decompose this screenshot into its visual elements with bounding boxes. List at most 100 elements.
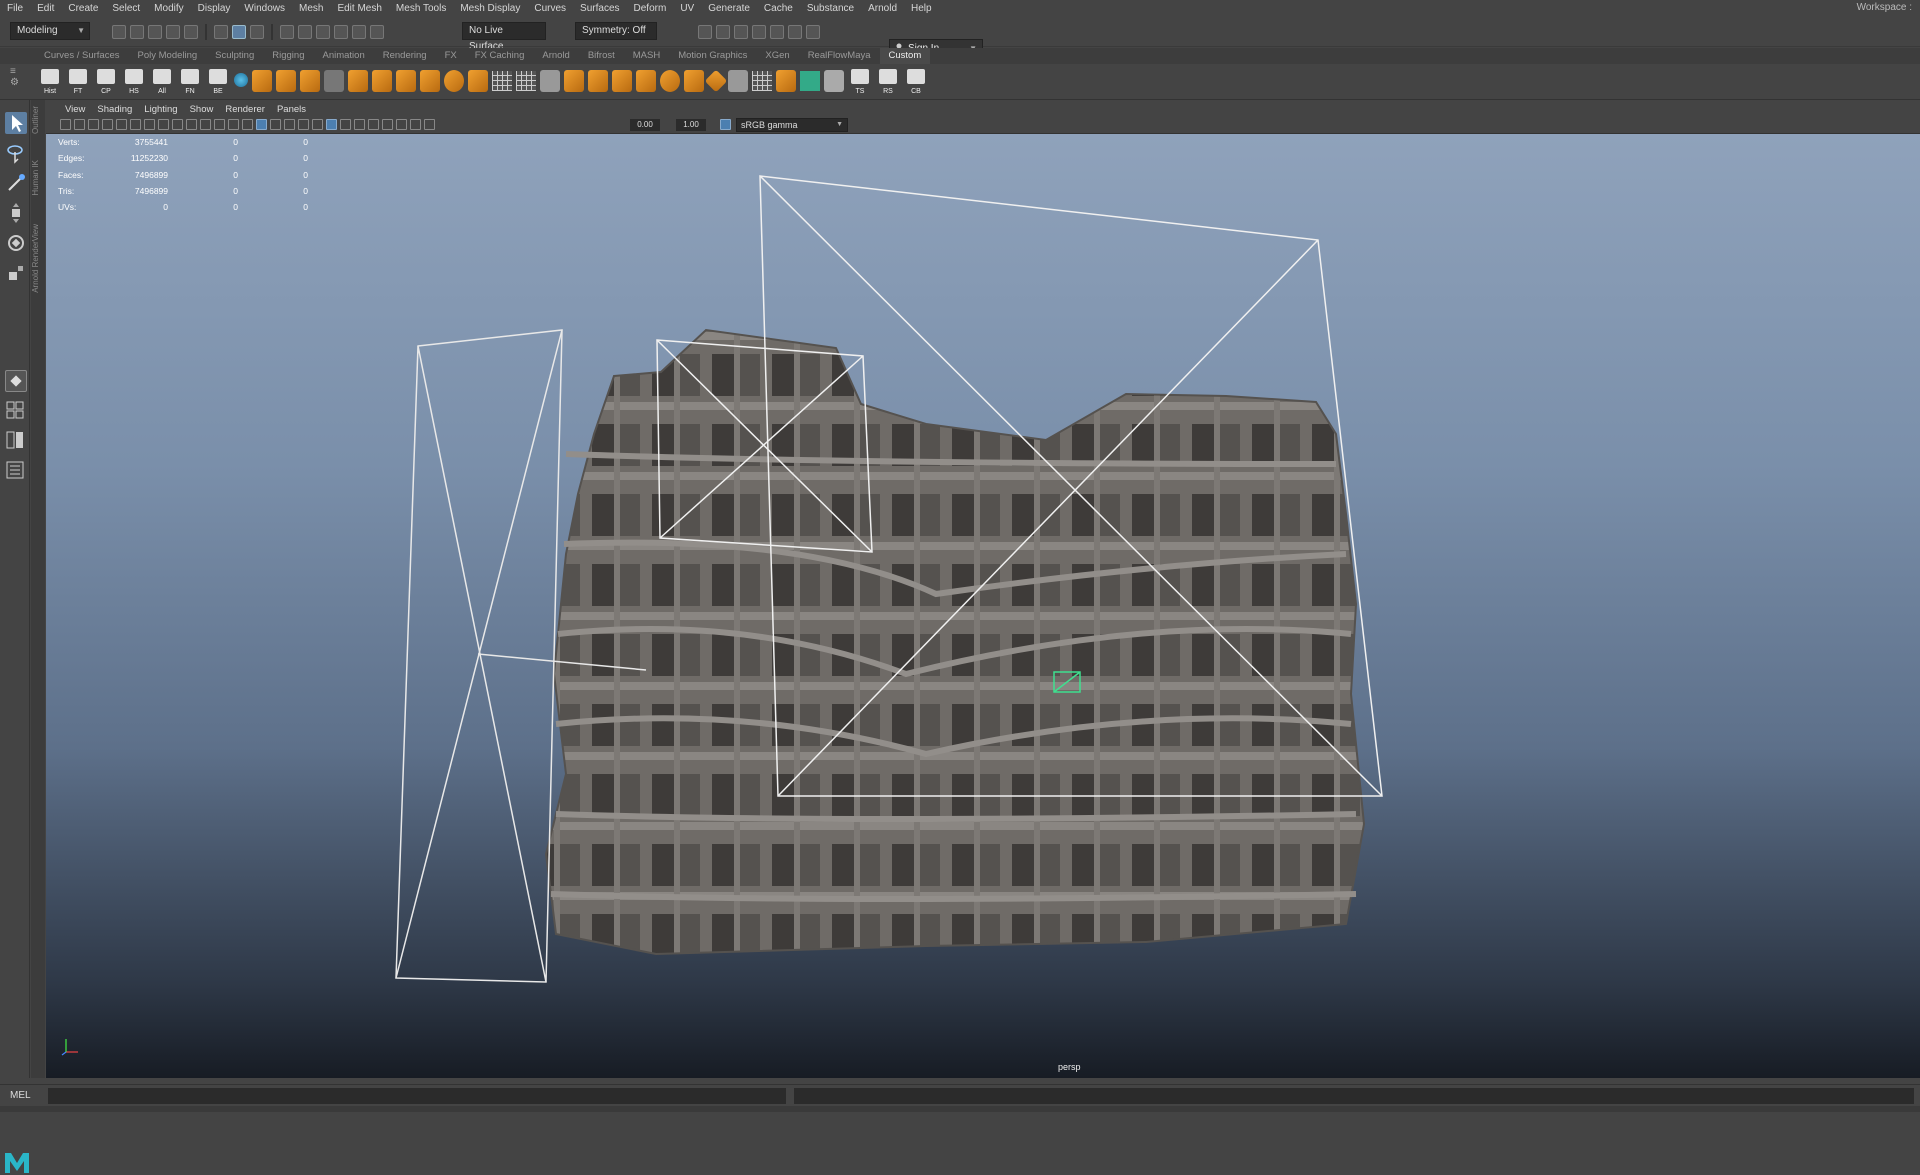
workspace-label[interactable]: Workspace : <box>1857 2 1912 13</box>
combine-icon[interactable] <box>300 70 320 92</box>
menu-mesh-display[interactable]: Mesh Display <box>453 3 527 14</box>
menu-file[interactable]: File <box>0 3 30 14</box>
select-hierarchy-icon[interactable] <box>214 25 228 39</box>
menu-mesh[interactable]: Mesh <box>292 3 330 14</box>
film-gate-icon[interactable] <box>158 119 169 130</box>
undo-icon[interactable] <box>166 25 180 39</box>
wireframe-icon[interactable] <box>242 119 253 130</box>
diamond-icon[interactable] <box>704 69 728 93</box>
tab-outliner[interactable]: Outliner <box>31 106 45 134</box>
menu-cache[interactable]: Cache <box>757 3 800 14</box>
ipr-render-icon[interactable] <box>716 25 730 39</box>
isolate-select-icon[interactable] <box>382 119 393 130</box>
shelf-button-rs[interactable]: RS <box>876 67 900 95</box>
building-mesh[interactable] <box>544 328 1366 956</box>
field-chart-icon[interactable] <box>200 119 211 130</box>
insert-edge-loop-icon[interactable] <box>516 71 536 91</box>
shelf-options-icon[interactable]: ≡ ⚙ <box>10 66 19 88</box>
safe-title-icon[interactable] <box>228 119 239 130</box>
panel-menu-panels[interactable]: Panels <box>271 104 312 115</box>
arnold-render-icon[interactable] <box>770 25 784 39</box>
symmetry-selector[interactable]: Symmetry: Off <box>575 22 657 40</box>
camera-attributes-icon[interactable] <box>74 119 85 130</box>
menu-create[interactable]: Create <box>61 3 105 14</box>
render-settings-icon[interactable] <box>734 25 748 39</box>
snap-view-icon[interactable] <box>334 25 348 39</box>
grid-toggle-icon[interactable] <box>144 119 155 130</box>
tab-arnold-renderview[interactable]: Arnold RenderView <box>31 224 45 293</box>
poly-cylinder-icon[interactable] <box>252 70 272 92</box>
shelf-button-cb[interactable]: CB <box>904 67 928 95</box>
menu-help[interactable]: Help <box>904 3 939 14</box>
extrude-icon[interactable] <box>348 70 368 92</box>
tab-poly-modeling[interactable]: Poly Modeling <box>129 48 207 64</box>
poly-cylinder-icon[interactable] <box>636 70 656 92</box>
depth-of-field-icon[interactable] <box>368 119 379 130</box>
save-scene-icon[interactable] <box>148 25 162 39</box>
shadows-icon[interactable] <box>312 119 323 130</box>
anti-aliasing-icon[interactable] <box>354 119 365 130</box>
poly-cube-icon[interactable] <box>588 70 608 92</box>
tab-arnold[interactable]: Arnold <box>533 48 578 64</box>
tab-mash[interactable]: MASH <box>624 48 669 64</box>
panel-menu-lighting[interactable]: Lighting <box>138 104 183 115</box>
menu-windows[interactable]: Windows <box>237 3 292 14</box>
tab-xgen[interactable]: XGen <box>756 48 798 64</box>
snap-pivot-icon[interactable] <box>370 25 384 39</box>
select-object-icon[interactable] <box>232 25 246 39</box>
panel-menu-view[interactable]: View <box>59 104 91 115</box>
mirror-icon[interactable] <box>684 70 704 92</box>
menu-arnold[interactable]: Arnold <box>861 3 904 14</box>
paint-select-tool-icon[interactable] <box>5 172 27 194</box>
perspective-viewport[interactable]: Verts: 3755441 0 0 Edges: 11252230 0 0 Faces: 7… <box>46 134 1920 1078</box>
tab-rigging[interactable]: Rigging <box>263 48 313 64</box>
bevel-icon[interactable] <box>420 70 440 92</box>
lasso-tool-icon[interactable] <box>5 142 27 164</box>
exposure-field[interactable]: 0.00 <box>630 119 660 131</box>
tab-rendering[interactable]: Rendering <box>374 48 436 64</box>
menu-edit[interactable]: Edit <box>30 3 61 14</box>
snap-point-icon[interactable] <box>316 25 330 39</box>
motion-blur-icon[interactable] <box>340 119 351 130</box>
poly-cylinder-icon[interactable] <box>612 70 632 92</box>
live-surface-field[interactable]: No Live Surface <box>462 22 546 52</box>
new-scene-icon[interactable] <box>112 25 126 39</box>
uv-grid-icon[interactable] <box>752 71 772 91</box>
shelf-button-ts[interactable]: TS <box>848 67 872 95</box>
tab-sculpting[interactable]: Sculpting <box>206 48 263 64</box>
command-language-toggle[interactable]: MEL <box>10 1090 31 1101</box>
panel-menu-show[interactable]: Show <box>184 104 220 115</box>
lights-icon[interactable] <box>298 119 309 130</box>
wireframe-on-shaded-icon[interactable] <box>270 119 281 130</box>
last-tool-icon[interactable] <box>5 370 27 392</box>
move-tool-icon[interactable] <box>5 202 27 224</box>
view-transform-selector[interactable]: sRGB gamma ▼ <box>736 118 848 132</box>
sculpt-icon[interactable] <box>776 70 796 92</box>
resolution-gate-icon[interactable] <box>172 119 183 130</box>
mode-selector[interactable]: Modeling ▼ <box>10 22 90 40</box>
sphere-icon[interactable] <box>234 73 248 87</box>
select-component-icon[interactable] <box>250 25 264 39</box>
command-input[interactable] <box>48 1088 786 1104</box>
duplicate-icon[interactable] <box>728 70 748 92</box>
snap-grid-icon[interactable] <box>280 25 294 39</box>
textured-icon[interactable] <box>284 119 295 130</box>
shelf-button-fn[interactable]: FN <box>178 67 202 95</box>
shelf-button-hist[interactable]: Hist <box>38 67 62 95</box>
smooth-shade-icon[interactable] <box>256 119 267 130</box>
gate-mask-icon[interactable] <box>186 119 197 130</box>
two-d-pan-icon[interactable] <box>116 119 127 130</box>
two-pane-layout-icon[interactable] <box>5 430 27 452</box>
tab-human-ik[interactable]: Human IK <box>31 160 45 196</box>
menu-mesh-tools[interactable]: Mesh Tools <box>389 3 453 14</box>
shelf-button-all[interactable]: All <box>150 67 174 95</box>
shelf-button-cp[interactable]: CP <box>94 67 118 95</box>
pause-icon[interactable] <box>806 25 820 39</box>
menu-surfaces[interactable]: Surfaces <box>573 3 626 14</box>
tab-bifrost[interactable]: Bifrost <box>579 48 624 64</box>
menu-substance[interactable]: Substance <box>800 3 861 14</box>
menu-select[interactable]: Select <box>105 3 147 14</box>
boolean-icon[interactable] <box>396 70 416 92</box>
stack-icon[interactable] <box>824 70 844 92</box>
menu-deform[interactable]: Deform <box>627 3 674 14</box>
